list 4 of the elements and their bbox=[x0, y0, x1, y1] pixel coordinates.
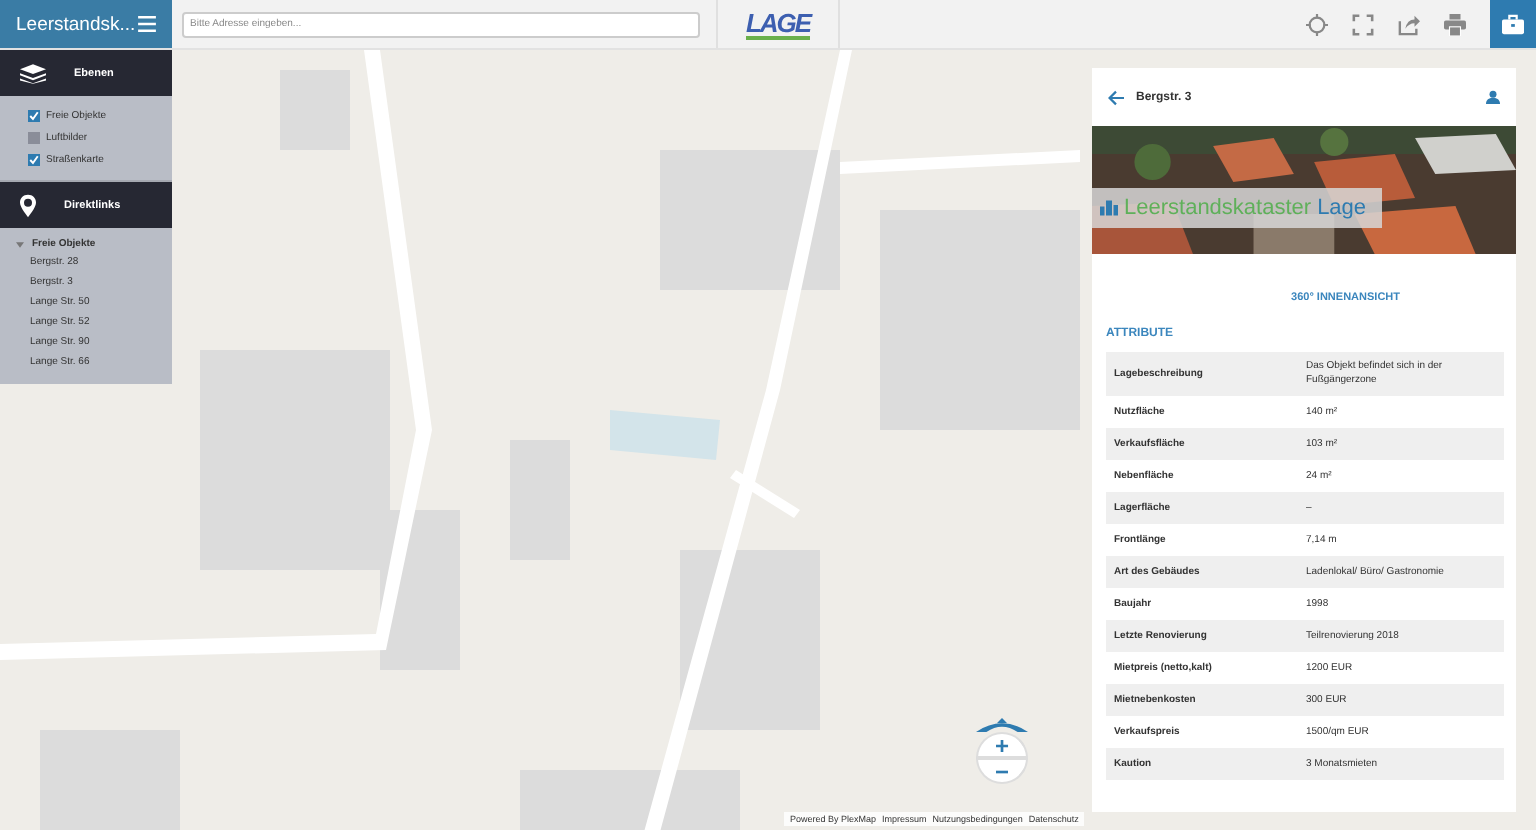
logo[interactable]: LAGE bbox=[745, 9, 811, 39]
briefcase-icon[interactable] bbox=[1490, 0, 1536, 48]
app-title: Leerstandsk... bbox=[16, 13, 136, 35]
menu-icon[interactable] bbox=[138, 16, 156, 32]
